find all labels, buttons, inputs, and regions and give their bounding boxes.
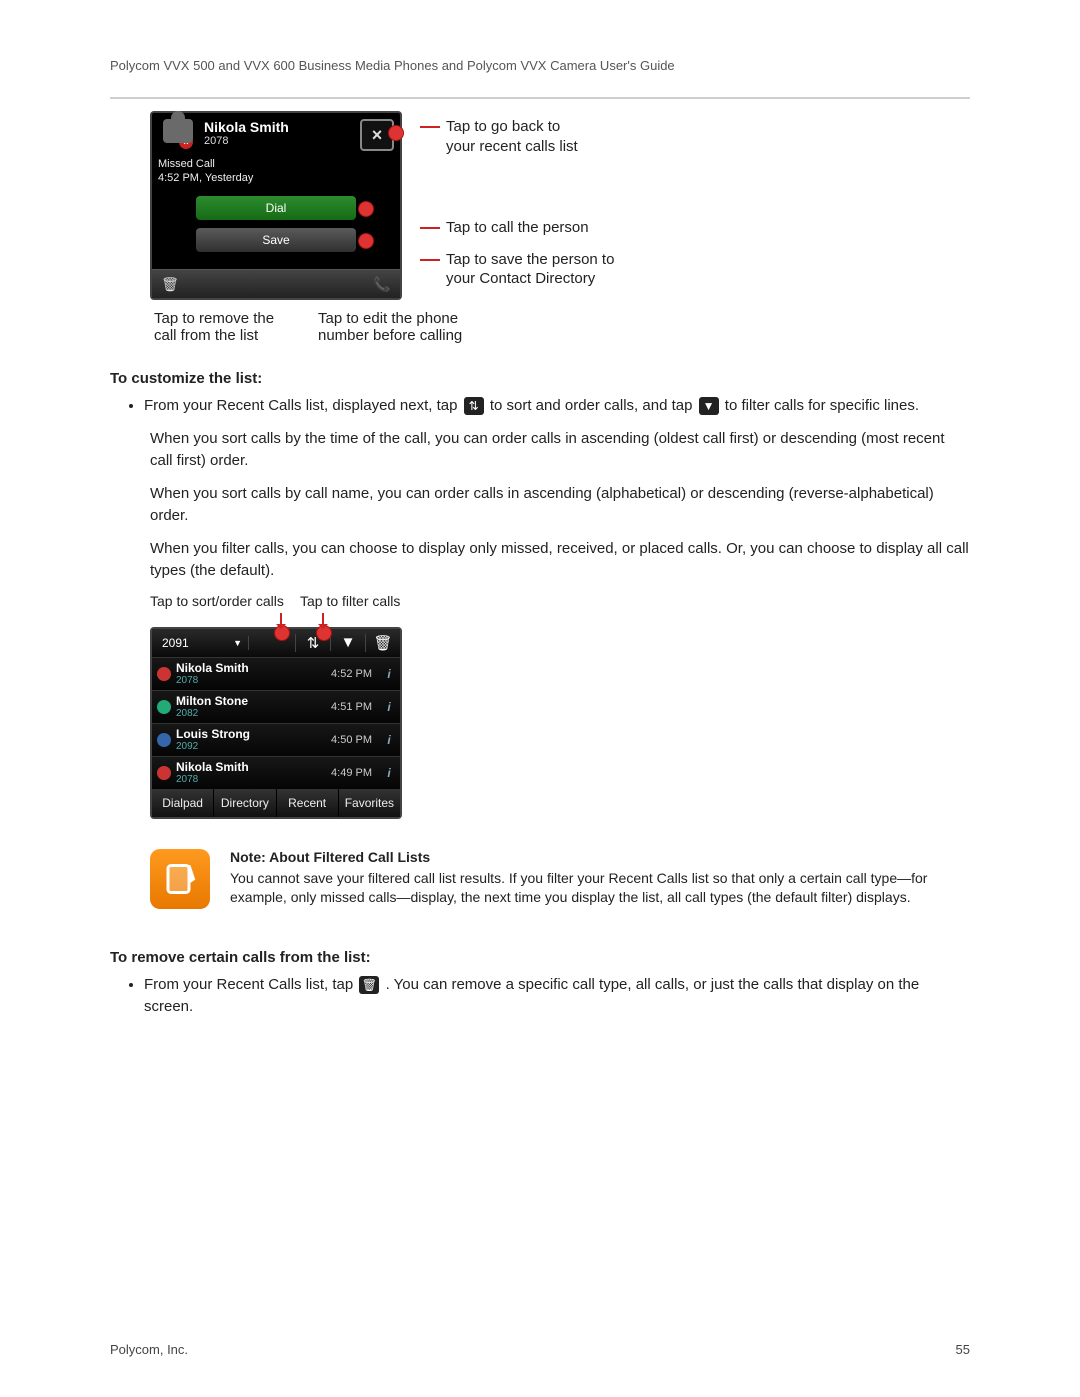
chevron-down-icon: ▼: [233, 638, 242, 648]
tab-recent[interactable]: Recent: [277, 789, 339, 817]
status-dot-icon: [157, 667, 171, 681]
callout-dot-icon: [358, 233, 374, 249]
row-time: 4:52 PM: [312, 668, 378, 680]
callout-save-line2: your Contact Directory: [446, 269, 614, 289]
header-rule: [110, 97, 970, 99]
heading-remove: To remove certain calls from the list:: [110, 949, 970, 966]
missed-time: 4:52 PM, Yesterday: [158, 171, 400, 185]
row-ext: 2082: [176, 708, 312, 719]
note-title: Note: About Filtered Call Lists: [230, 849, 970, 865]
arrow-down-icon: [280, 613, 282, 629]
status-dot-icon: [157, 700, 171, 714]
footer-page: 55: [956, 1342, 970, 1357]
row-name: Nikola Smith: [176, 661, 312, 675]
callout-remove-line2: call from the list: [154, 327, 314, 344]
callout-line: [420, 227, 440, 229]
row-name: Milton Stone: [176, 694, 312, 708]
call-list-row[interactable]: Nikola Smith20784:49 PMi: [152, 756, 400, 789]
row-name: Louis Strong: [176, 727, 312, 741]
callout-close-line2: your recent calls list: [446, 137, 578, 157]
phone-screen-detail: × Nikola Smith 2078 × Missed Call 4:52 P…: [150, 111, 402, 300]
text: From your Recent Calls list, tap: [144, 976, 357, 993]
avatar-icon: [163, 119, 193, 143]
status-dot-icon: [157, 766, 171, 780]
callout-save-line1: Tap to save the person to: [446, 250, 614, 270]
call-list-row[interactable]: Nikola Smith20784:52 PMi: [152, 657, 400, 690]
figure-recent-calls: Tap to sort/order calls Tap to filter ca…: [150, 593, 970, 819]
note-block: Note: About Filtered Call Lists You cann…: [150, 849, 970, 909]
bullet-customize: From your Recent Calls list, displayed n…: [144, 395, 970, 418]
info-icon[interactable]: i: [378, 667, 400, 681]
callout-close-line1: Tap to go back to: [446, 117, 578, 137]
row-name: Nikola Smith: [176, 760, 312, 774]
dropdown-value: 2091: [162, 636, 189, 650]
callout-remove-line1: Tap to remove the: [154, 310, 314, 327]
missed-label: Missed Call: [158, 157, 400, 171]
call-list-row[interactable]: Milton Stone20824:51 PMi: [152, 690, 400, 723]
row-ext: 2092: [176, 741, 312, 752]
paragraph: When you sort calls by call name, you ca…: [150, 483, 970, 528]
sort-icon[interactable]: ⇅: [464, 397, 484, 415]
trash-icon[interactable]: 🗑: [359, 976, 379, 994]
text: to filter calls for specific lines.: [725, 397, 919, 414]
save-label: Save: [262, 233, 289, 247]
info-icon[interactable]: i: [378, 700, 400, 714]
row-ext: 2078: [176, 774, 312, 785]
row-time: 4:49 PM: [312, 767, 378, 779]
callout-dot-icon: [388, 125, 404, 141]
callout-edit-line2: number before calling: [318, 327, 462, 344]
trash-icon[interactable]: 🗑: [152, 270, 188, 298]
paragraph: When you filter calls, you can choose to…: [150, 538, 970, 583]
line-dropdown[interactable]: 2091 ▼: [152, 636, 249, 650]
note-icon: [150, 849, 210, 909]
call-list-row[interactable]: Louis Strong20924:50 PMi: [152, 723, 400, 756]
phone-screen-list: 2091 ▼ ⇅ ▼ 🗑 Nikola Smith20784:52 PMiMil…: [150, 627, 402, 819]
info-icon[interactable]: i: [378, 733, 400, 747]
callout-edit-line1: Tap to edit the phone: [318, 310, 462, 327]
callout-line: [420, 126, 440, 128]
save-button[interactable]: Save: [196, 228, 356, 252]
callout-dial: Tap to call the person: [446, 218, 589, 238]
arrow-down-icon: [322, 613, 324, 629]
label-sort: Tap to sort/order calls: [150, 593, 300, 609]
label-filter: Tap to filter calls: [300, 593, 400, 609]
row-ext: 2078: [176, 675, 312, 686]
page-header: Polycom VVX 500 and VVX 600 Business Med…: [110, 58, 970, 73]
tab-dialpad[interactable]: Dialpad: [152, 789, 214, 817]
contact-ext: 2078: [204, 135, 354, 147]
dial-button[interactable]: Dial: [196, 196, 356, 220]
contact-name: Nikola Smith: [204, 119, 354, 135]
heading-customize: To customize the list:: [110, 370, 970, 387]
figure1-callouts: Tap to go back to your recent calls list…: [420, 111, 614, 289]
text: to sort and order calls, and tap: [490, 397, 697, 414]
dialpad-icon[interactable]: 📞: [364, 270, 400, 298]
text: From your Recent Calls list, displayed n…: [144, 397, 462, 414]
tab-favorites[interactable]: Favorites: [339, 789, 400, 817]
info-icon[interactable]: i: [378, 766, 400, 780]
footer-company: Polycom, Inc.: [110, 1342, 188, 1357]
figure-call-detail: × Nikola Smith 2078 × Missed Call 4:52 P…: [150, 111, 970, 344]
note-body: You cannot save your filtered call list …: [230, 869, 970, 908]
dial-label: Dial: [266, 201, 287, 215]
filter-icon[interactable]: ▼: [330, 634, 365, 651]
callout-dot-icon: [358, 201, 374, 217]
callout-line: [420, 259, 440, 261]
tab-directory[interactable]: Directory: [214, 789, 276, 817]
filter-icon[interactable]: ▼: [699, 397, 719, 415]
paragraph: When you sort calls by the time of the c…: [150, 428, 970, 473]
trash-icon[interactable]: 🗑: [365, 634, 400, 652]
status-dot-icon: [157, 733, 171, 747]
page-footer: Polycom, Inc. 55: [110, 1342, 970, 1357]
row-time: 4:51 PM: [312, 701, 378, 713]
row-time: 4:50 PM: [312, 734, 378, 746]
bullet-remove: From your Recent Calls list, tap 🗑 . You…: [144, 974, 970, 1019]
